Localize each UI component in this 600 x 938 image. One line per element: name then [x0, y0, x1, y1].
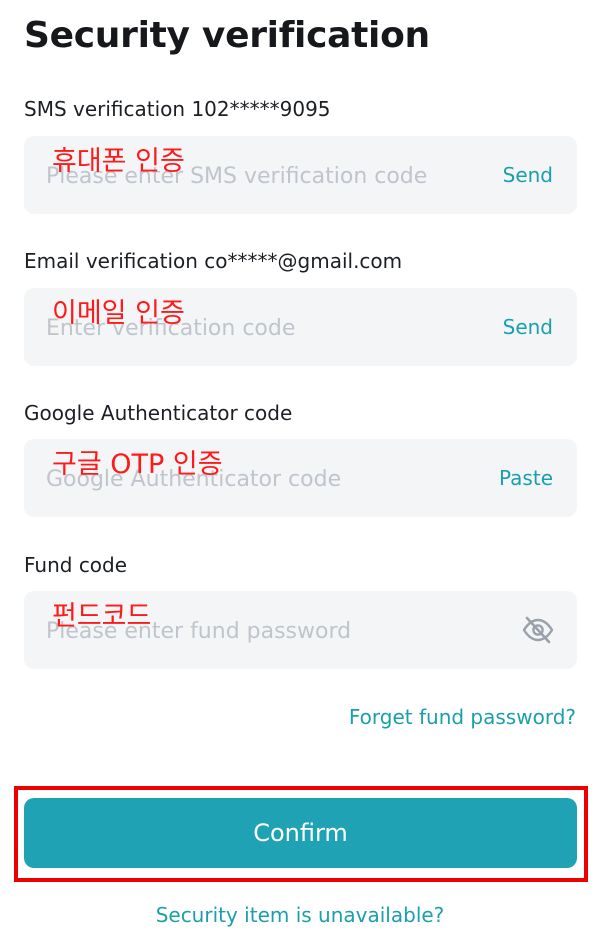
google-code-input[interactable]	[46, 439, 476, 517]
email-verification-label: Email verification co*****@gmail.com	[24, 249, 403, 273]
security-item-unavailable-link[interactable]: Security item is unavailable?	[0, 902, 600, 928]
google-code-box: 구글 OTP 인증 Paste	[24, 439, 577, 517]
email-code-input[interactable]	[46, 288, 476, 366]
google-paste-button[interactable]: Paste	[499, 439, 553, 517]
sms-code-input[interactable]	[46, 136, 476, 214]
eye-off-icon[interactable]	[521, 614, 555, 646]
forget-fund-password-link[interactable]: Forget fund password?	[349, 704, 576, 730]
fund-code-label: Fund code	[24, 553, 128, 577]
page-title: Security verification	[24, 15, 430, 56]
sms-send-button[interactable]: Send	[503, 136, 553, 214]
sms-code-box: 휴대폰 인증 Send	[24, 136, 577, 214]
email-code-box: 이메일 인증 Send	[24, 288, 577, 366]
confirm-button[interactable]: Confirm	[24, 798, 577, 868]
fund-password-input[interactable]	[46, 591, 476, 669]
fund-code-box: 펀드코드	[24, 591, 577, 669]
google-auth-label: Google Authenticator code	[24, 401, 293, 425]
sms-verification-label: SMS verification 102*****9095	[24, 97, 331, 121]
email-send-button[interactable]: Send	[503, 288, 553, 366]
